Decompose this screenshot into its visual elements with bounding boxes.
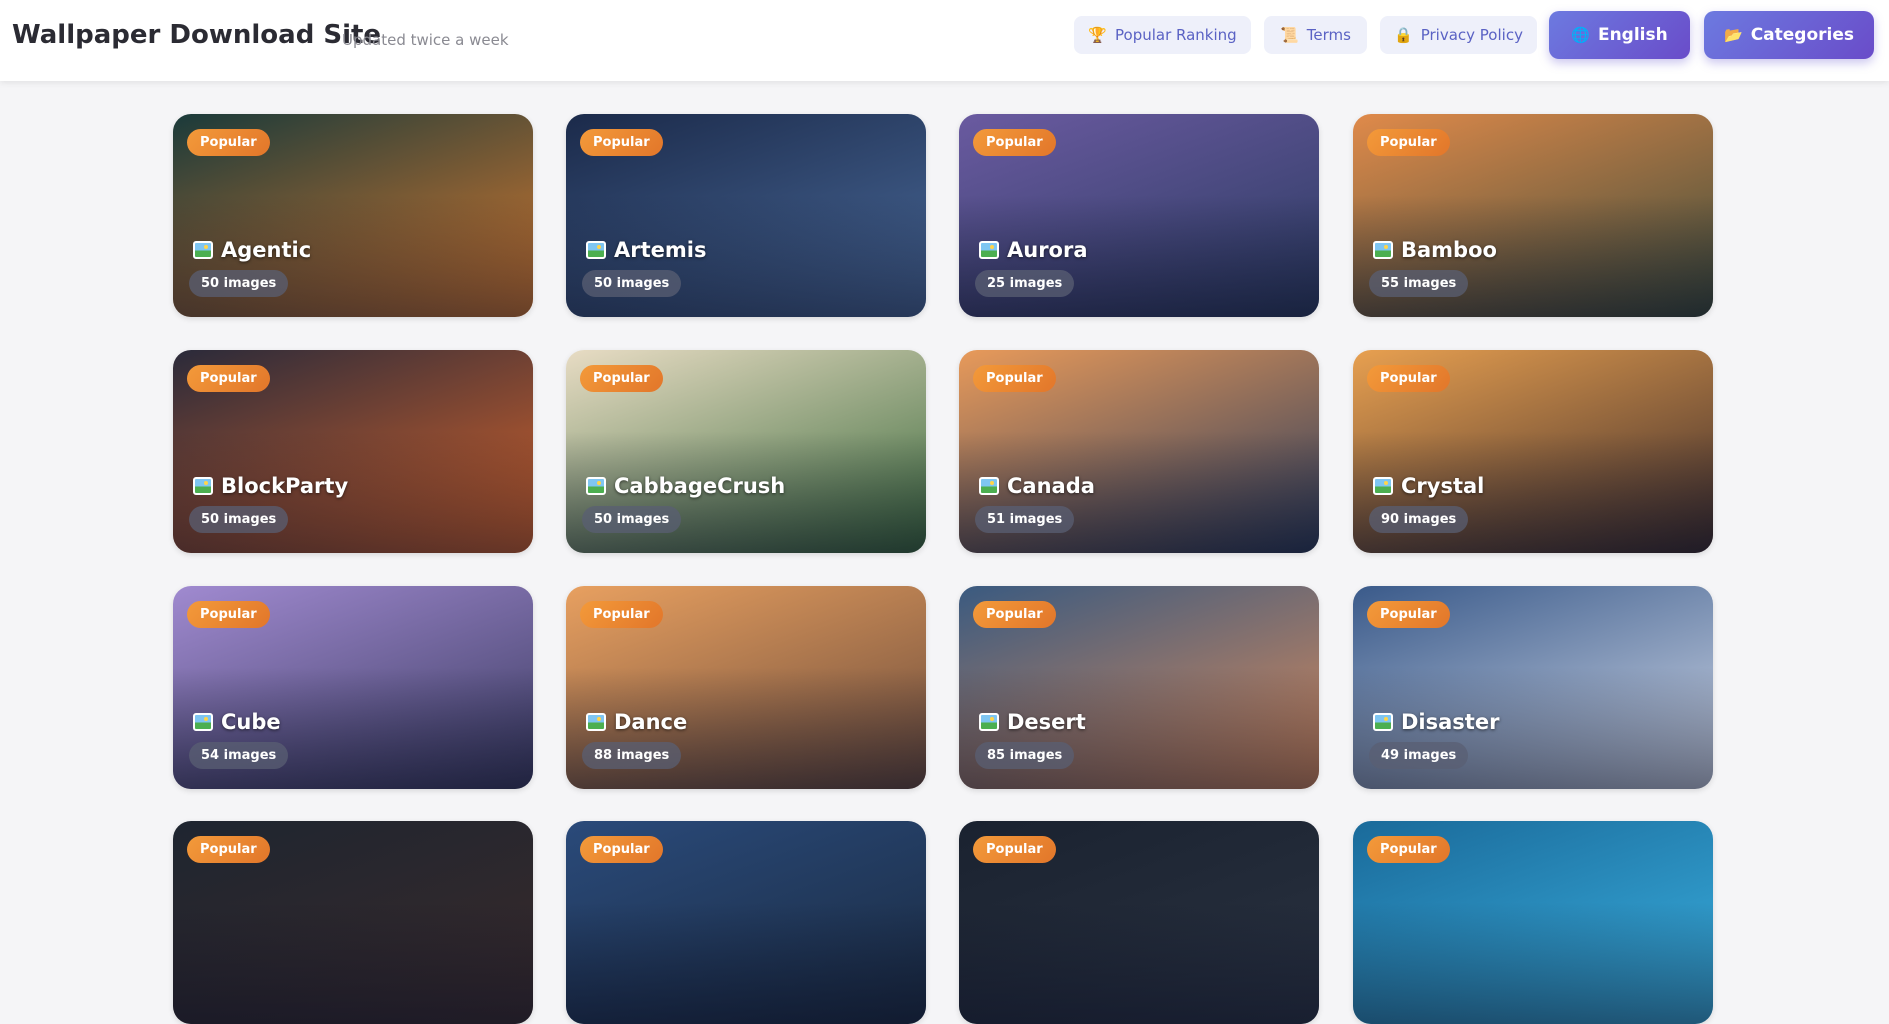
picture-icon xyxy=(1373,477,1393,495)
terms-button[interactable]: 📜 Terms xyxy=(1264,16,1367,54)
card-title: Disaster xyxy=(1373,710,1499,734)
wallpaper-card[interactable]: Popular Dance 88 images xyxy=(566,586,926,789)
picture-icon xyxy=(193,477,213,495)
popular-ranking-label: Popular Ranking xyxy=(1115,26,1237,44)
folder-icon: 📂 xyxy=(1724,25,1743,44)
card-title-text: Artemis xyxy=(614,238,707,262)
image-count-badge: 85 images xyxy=(975,742,1075,769)
wallpaper-card[interactable]: Popular xyxy=(1353,821,1713,1024)
card-title-text: Desert xyxy=(1007,710,1086,734)
wallpaper-card[interactable]: Popular Crystal 90 images xyxy=(1353,350,1713,553)
card-title: Bamboo xyxy=(1373,238,1497,262)
card-title-text: CabbageCrush xyxy=(614,474,786,498)
card-title-text: Agentic xyxy=(221,238,312,262)
card-title-text: Cube xyxy=(221,710,281,734)
popular-badge: Popular xyxy=(187,601,270,628)
site-header: Wallpaper Download Site Updated twice a … xyxy=(0,0,1889,81)
wallpaper-card[interactable]: Popular xyxy=(959,821,1319,1024)
wallpaper-card[interactable]: Popular CabbageCrush 50 images xyxy=(566,350,926,553)
language-button[interactable]: 🌐 English xyxy=(1549,11,1690,59)
image-count-badge: 25 images xyxy=(975,270,1075,297)
privacy-policy-button[interactable]: 🔒 Privacy Policy xyxy=(1380,16,1537,54)
card-title: Crystal xyxy=(1373,474,1484,498)
wallpaper-card[interactable]: Popular Canada 51 images xyxy=(959,350,1319,553)
image-count-badge: 55 images xyxy=(1369,270,1469,297)
popular-badge: Popular xyxy=(580,129,663,156)
popular-badge: Popular xyxy=(580,836,663,863)
card-title: Cube xyxy=(193,710,281,734)
image-count-badge: 50 images xyxy=(189,270,289,297)
language-label: English xyxy=(1597,25,1668,45)
card-title-text: Bamboo xyxy=(1401,238,1497,262)
wallpaper-card[interactable]: Popular Disaster 49 images xyxy=(1353,586,1713,789)
wallpaper-card[interactable]: Popular xyxy=(566,821,926,1024)
popular-badge: Popular xyxy=(973,129,1056,156)
card-title-text: Crystal xyxy=(1401,474,1485,498)
scroll-icon: 📜 xyxy=(1280,25,1299,44)
picture-icon xyxy=(979,477,999,495)
categories-label: Categories xyxy=(1750,25,1854,45)
popular-badge: Popular xyxy=(973,365,1056,392)
wallpaper-card[interactable]: Popular Artemis 50 images xyxy=(566,114,926,317)
wallpaper-card[interactable]: Popular xyxy=(173,821,533,1024)
image-count-badge: 54 images xyxy=(189,742,289,769)
picture-icon xyxy=(979,713,999,731)
picture-icon xyxy=(586,477,606,495)
card-title-text: Canada xyxy=(1007,474,1095,498)
lock-icon: 🔒 xyxy=(1394,25,1413,44)
wallpaper-card[interactable]: Popular Aurora 25 images xyxy=(959,114,1319,317)
popular-badge: Popular xyxy=(187,836,270,863)
wallpaper-card[interactable]: Popular BlockParty 50 images xyxy=(173,350,533,553)
popular-badge: Popular xyxy=(973,836,1056,863)
image-count-badge: 49 images xyxy=(1369,742,1469,769)
card-title: Aurora xyxy=(979,238,1088,262)
card-title: Artemis xyxy=(586,238,706,262)
picture-icon xyxy=(586,241,606,259)
card-title: Desert xyxy=(979,710,1086,734)
wallpaper-card[interactable]: Popular Cube 54 images xyxy=(173,586,533,789)
card-title: CabbageCrush xyxy=(586,474,785,498)
image-count-badge: 50 images xyxy=(189,506,289,533)
popular-badge: Popular xyxy=(1367,129,1450,156)
popular-badge: Popular xyxy=(1367,601,1450,628)
card-title-text: BlockParty xyxy=(221,474,349,498)
card-title: Dance xyxy=(586,710,687,734)
card-title-text: Aurora xyxy=(1007,238,1088,262)
globe-icon: 🌐 xyxy=(1571,25,1590,44)
card-title: Canada xyxy=(979,474,1095,498)
image-count-badge: 51 images xyxy=(975,506,1075,533)
popular-badge: Popular xyxy=(580,365,663,392)
card-title-text: Dance xyxy=(614,710,688,734)
card-title: Agentic xyxy=(193,238,311,262)
picture-icon xyxy=(979,241,999,259)
terms-label: Terms xyxy=(1306,26,1351,44)
popular-badge: Popular xyxy=(187,365,270,392)
privacy-policy-label: Privacy Policy xyxy=(1420,26,1523,44)
image-count-badge: 90 images xyxy=(1369,506,1469,533)
popular-badge: Popular xyxy=(1367,365,1450,392)
site-subtitle: Updated twice a week xyxy=(342,31,509,49)
categories-button[interactable]: 📂 Categories xyxy=(1704,11,1874,59)
popular-badge: Popular xyxy=(580,601,663,628)
image-count-badge: 88 images xyxy=(582,742,682,769)
picture-icon xyxy=(1373,241,1393,259)
site-title[interactable]: Wallpaper Download Site xyxy=(12,20,381,50)
wallpaper-card[interactable]: Popular Desert 85 images xyxy=(959,586,1319,789)
wallpaper-card[interactable]: Popular Bamboo 55 images xyxy=(1353,114,1713,317)
picture-icon xyxy=(1373,713,1393,731)
popular-badge: Popular xyxy=(1367,836,1450,863)
image-count-badge: 50 images xyxy=(582,270,682,297)
image-count-badge: 50 images xyxy=(582,506,682,533)
picture-icon xyxy=(193,713,213,731)
wallpaper-card[interactable]: Popular Agentic 50 images xyxy=(173,114,533,317)
popular-ranking-button[interactable]: 🏆 Popular Ranking xyxy=(1074,16,1251,54)
picture-icon xyxy=(193,241,213,259)
card-title-text: Disaster xyxy=(1401,710,1500,734)
card-title: BlockParty xyxy=(193,474,348,498)
popular-badge: Popular xyxy=(973,601,1056,628)
popular-badge: Popular xyxy=(187,129,270,156)
trophy-icon: 🏆 xyxy=(1088,25,1107,44)
picture-icon xyxy=(586,713,606,731)
